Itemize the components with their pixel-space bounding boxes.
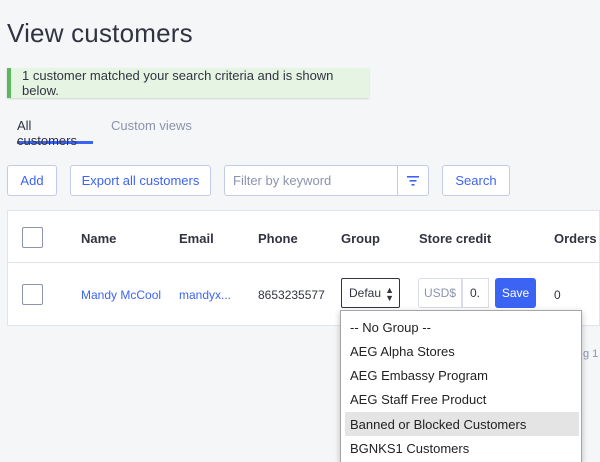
group-option[interactable]: AEG Embassy Program <box>345 363 579 387</box>
page-title: View customers <box>7 18 193 48</box>
tab-custom-views[interactable]: Custom views <box>111 108 192 144</box>
filter-keyword-input[interactable]: Filter by keyword <box>224 165 398 196</box>
tab-bar: All customers Custom views <box>0 108 192 148</box>
customer-orders-count: 0 <box>554 288 561 302</box>
row-divider <box>8 262 599 263</box>
save-credit-button[interactable]: Save <box>495 278 536 308</box>
customer-phone: 8653235577 <box>258 288 325 302</box>
group-option[interactable]: AEG Alpha Stores <box>345 339 579 363</box>
tab-all-customers[interactable]: All customers <box>17 108 93 148</box>
store-credit-input[interactable]: 0. <box>462 278 489 308</box>
group-option[interactable]: BGNKS1 Customers <box>345 436 579 460</box>
group-dropdown-list: -- No Group -- AEG Alpha Stores AEG Emba… <box>340 310 582 462</box>
currency-prefix: USD$ <box>418 278 462 308</box>
group-option-highlighted[interactable]: Banned or Blocked Customers <box>345 412 579 436</box>
column-header-group[interactable]: Group <box>341 231 380 246</box>
filter-placeholder: Filter by keyword <box>233 173 332 188</box>
search-result-alert: 1 customer matched your search criteria … <box>7 68 369 98</box>
export-all-customers-button[interactable]: Export all customers <box>70 165 211 196</box>
group-select-value: Defau <box>349 286 382 300</box>
group-option[interactable]: -- No Group -- <box>345 315 579 339</box>
column-header-phone[interactable]: Phone <box>258 231 298 246</box>
group-option[interactable]: AEG Staff Free Product <box>345 387 579 411</box>
select-all-checkbox[interactable] <box>22 227 43 248</box>
column-header-name[interactable]: Name <box>81 231 116 246</box>
row-select-checkbox[interactable] <box>22 284 43 305</box>
alert-message: 1 customer matched your search criteria … <box>22 68 334 98</box>
filter-options-button[interactable] <box>397 165 429 196</box>
column-header-email[interactable]: Email <box>179 231 214 246</box>
column-header-store-credit[interactable]: Store credit <box>419 231 491 246</box>
customer-name-link[interactable]: Mandy McCool <box>81 288 161 302</box>
customer-group-select[interactable]: Defau ▲ ▼ <box>341 278 400 308</box>
column-header-orders[interactable]: Orders <box>554 231 597 246</box>
search-button[interactable]: Search <box>442 165 510 196</box>
pagination-text: g 1 o <box>583 348 600 360</box>
filter-icon <box>407 175 419 186</box>
add-button[interactable]: Add <box>7 165 57 196</box>
select-arrows-icon: ▲ ▼ <box>385 285 394 303</box>
customer-email-link[interactable]: mandyx... <box>179 288 231 302</box>
customers-table: Name Email Phone Group Store credit Orde… <box>7 210 600 326</box>
